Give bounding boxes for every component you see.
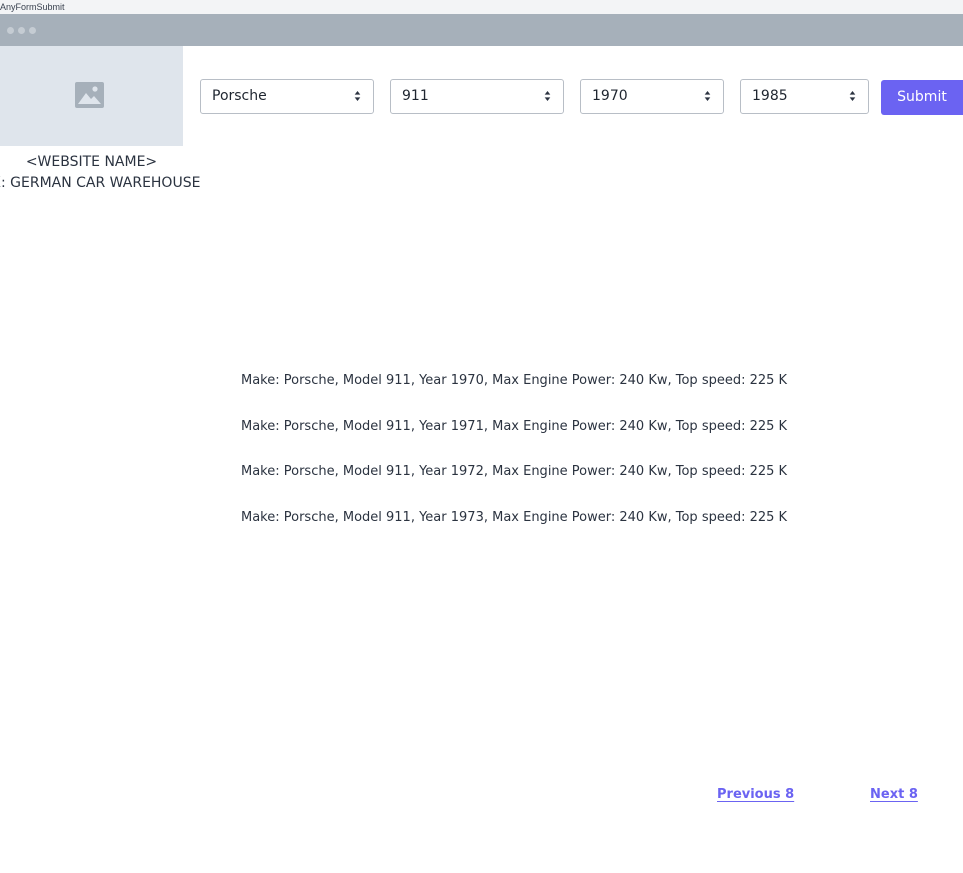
site-name-placeholder: <WEBSITE NAME> [25,154,158,170]
model-select[interactable]: 911 [390,79,564,114]
year-to-select-value: 1985 [752,88,788,104]
site-name: <WEBSITE NAME> EX: GERMAN CAR WAREHOUSE [0,152,200,194]
window-dot-icon[interactable] [29,27,36,34]
window-titlebar [0,14,963,46]
window-dot-icon[interactable] [7,27,14,34]
result-item: Make: Porsche, Model 911, Year 1972, Max… [241,464,788,479]
site-logo-placeholder [0,46,183,146]
updown-arrows-icon [849,91,856,101]
submit-button[interactable]: Submit [881,80,963,115]
next-page-link[interactable]: Next 8 [870,787,918,802]
make-select-value: Porsche [212,88,267,104]
app-title: AnyFormSubmit [0,0,963,14]
year-from-select-value: 1970 [592,88,628,104]
year-to-select[interactable]: 1985 [740,79,869,114]
updown-arrows-icon [544,91,551,101]
model-select-value: 911 [402,88,429,104]
result-item: Make: Porsche, Model 911, Year 1971, Max… [241,419,788,434]
result-item: Make: Porsche, Model 911, Year 1970, Max… [241,373,788,388]
make-select[interactable]: Porsche [200,79,374,114]
updown-arrows-icon [704,91,711,101]
window-dot-icon[interactable] [18,27,25,34]
site-name-example: EX: GERMAN CAR WAREHOUSE [0,175,201,191]
year-from-select[interactable]: 1970 [580,79,724,114]
image-placeholder-icon [75,82,104,108]
result-item: Make: Porsche, Model 911, Year 1973, Max… [241,510,788,525]
updown-arrows-icon [354,91,361,101]
previous-page-link[interactable]: Previous 8 [717,787,794,802]
